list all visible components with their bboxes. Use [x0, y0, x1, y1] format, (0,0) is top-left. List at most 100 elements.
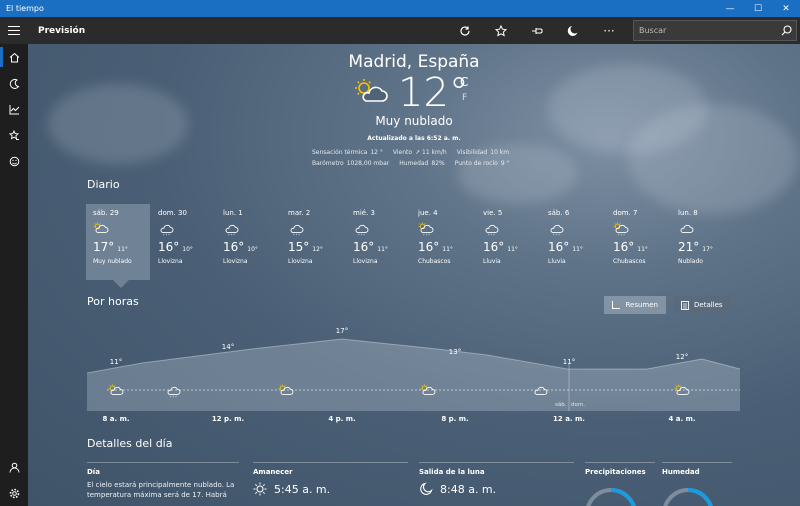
moon-icon [567, 25, 578, 36]
daily-day[interactable]: lun. 8 21° 17° Nublado [671, 204, 735, 274]
partly-cloudy-icon [420, 384, 436, 395]
stat-label: Viento [392, 149, 413, 156]
stat-value: 9 ° [500, 160, 510, 167]
day-summary: Día El cielo estará principalmente nubla… [87, 462, 239, 500]
close-button[interactable]: ✕ [772, 0, 800, 17]
hourly-chart [87, 338, 740, 411]
nav-account[interactable] [0, 454, 28, 480]
home-icon [9, 52, 19, 62]
updated-time: Actualizado a las 6:52 a. m. [367, 135, 461, 142]
stat-label: Punto de rocío [454, 160, 498, 167]
partly-cloudy-icon [355, 79, 388, 102]
window-title: El tiempo [6, 4, 44, 13]
search-icon[interactable] [776, 21, 796, 40]
stat-item: Viento ↗ 11 km/h [393, 149, 447, 156]
unit-fahrenheit[interactable]: F [462, 93, 467, 103]
showers-icon [613, 222, 629, 236]
daily-day[interactable]: mié. 3 16° 11° Llovizna [346, 204, 410, 274]
day-separator-left: sáb. [555, 402, 567, 408]
daily-day[interactable]: dom. 30 16° 10° Llovizna [151, 204, 215, 274]
day-name: sáb. 6 [548, 209, 570, 217]
hour-temperature: 17° [335, 327, 349, 335]
day-condition: Chubascos [418, 258, 451, 265]
nav-historical[interactable] [0, 96, 28, 122]
day-condition: Lluvia [483, 258, 501, 265]
day-summary-text: El cielo estará principalmente nublado. … [87, 481, 235, 499]
day-condition: Chubascos [613, 258, 646, 265]
daily-day[interactable]: jue. 4 16° 11° Chubascos [411, 204, 475, 274]
nav-forecast[interactable] [0, 44, 28, 70]
unit-celsius[interactable]: C [460, 75, 468, 89]
stat-label: Visibilidad [456, 149, 488, 156]
daily-day[interactable]: vie. 5 16° 11° Lluvia [476, 204, 540, 274]
stat-item: Visibilidad 10 km [457, 149, 509, 156]
day-name: lun. 1 [223, 209, 243, 217]
hourly-title: Por horas [87, 295, 139, 308]
summary-toggle[interactable]: Resumen [604, 296, 666, 314]
partly-cloudy-icon [674, 384, 690, 395]
favorites-icon [8, 129, 19, 140]
hour-temperature: 13° [448, 348, 462, 356]
favorite-button[interactable] [483, 17, 519, 44]
historical-icon [9, 104, 19, 114]
day-high: 16° [613, 240, 635, 254]
refresh-button[interactable] [447, 17, 483, 44]
daily-day[interactable]: dom. 7 16° 11° Chubascos [606, 204, 670, 274]
more-icon: ··· [603, 23, 615, 38]
sunrise-card: Amanecer 5:45 a. m. [253, 462, 408, 496]
maps-icon [9, 78, 19, 89]
hour-temperature: 11° [562, 358, 576, 366]
day-condition: Llovizna [223, 258, 248, 265]
maximize-button[interactable]: ☐ [744, 0, 772, 17]
day-high: 16° [483, 240, 505, 254]
side-nav [0, 44, 28, 506]
day-low: 10° [182, 246, 193, 253]
menu-icon[interactable] [0, 17, 28, 44]
stat-value: 10 km [490, 149, 510, 156]
moonrise-heading: Salida de la luna [419, 468, 485, 476]
minimize-button[interactable]: — [716, 0, 744, 17]
sun-icon [253, 482, 267, 496]
page-title: Previsión [38, 25, 86, 36]
cloudy-icon [680, 224, 694, 233]
hour-label: 12 p. m. [211, 415, 245, 423]
day-condition: Lluvia [548, 258, 566, 265]
theme-button[interactable] [555, 17, 591, 44]
stat-value: 1028,00 mbar [346, 160, 390, 167]
more-button[interactable]: ··· [591, 17, 627, 44]
day-name: vie. 5 [483, 209, 503, 217]
nav-life[interactable] [0, 148, 28, 174]
day-condition: Llovizna [288, 258, 313, 265]
day-high: 16° [418, 240, 440, 254]
hour-temperature: 12° [675, 353, 689, 361]
day-high: 16° [353, 240, 375, 254]
stat-item: Humedad 82% [399, 160, 445, 167]
current-condition: Muy nublado [375, 114, 453, 128]
humidity-ring [663, 488, 713, 506]
stat-item: Punto de rocío 9 ° [455, 160, 510, 167]
daily-day[interactable]: mar. 2 15° 12° Llovizna [281, 204, 345, 274]
day-summary-heading: Día [87, 468, 100, 476]
day-high: 16° [223, 240, 245, 254]
day-low: 10° [247, 246, 258, 253]
nav-favorites[interactable] [0, 122, 28, 148]
day-name: jue. 4 [418, 209, 438, 217]
drizzle-icon [225, 224, 239, 236]
hour-label: 12 a. m. [553, 415, 585, 423]
details-toggle[interactable]: Detalles [673, 296, 731, 314]
day-name: lun. 8 [678, 209, 698, 217]
favorite-icon [495, 24, 507, 36]
daily-day[interactable]: sáb. 6 16° 11° Lluvia [541, 204, 605, 274]
humidity-card: Humedad [662, 462, 732, 476]
chart-icon [612, 301, 621, 309]
hour-temperature: 14° [221, 343, 235, 351]
nav-maps[interactable] [0, 70, 28, 96]
nav-settings[interactable] [0, 480, 28, 506]
pin-button[interactable] [519, 17, 555, 44]
search-input[interactable] [634, 21, 776, 40]
day-high: 15° [288, 240, 310, 254]
sunrise-time: 5:45 a. m. [274, 482, 331, 496]
daily-day[interactable]: lun. 1 16° 10° Llovizna [216, 204, 280, 274]
drizzle-icon [160, 224, 174, 236]
daily-day[interactable]: sáb. 29 17° 11° Muy nublado [86, 204, 150, 288]
